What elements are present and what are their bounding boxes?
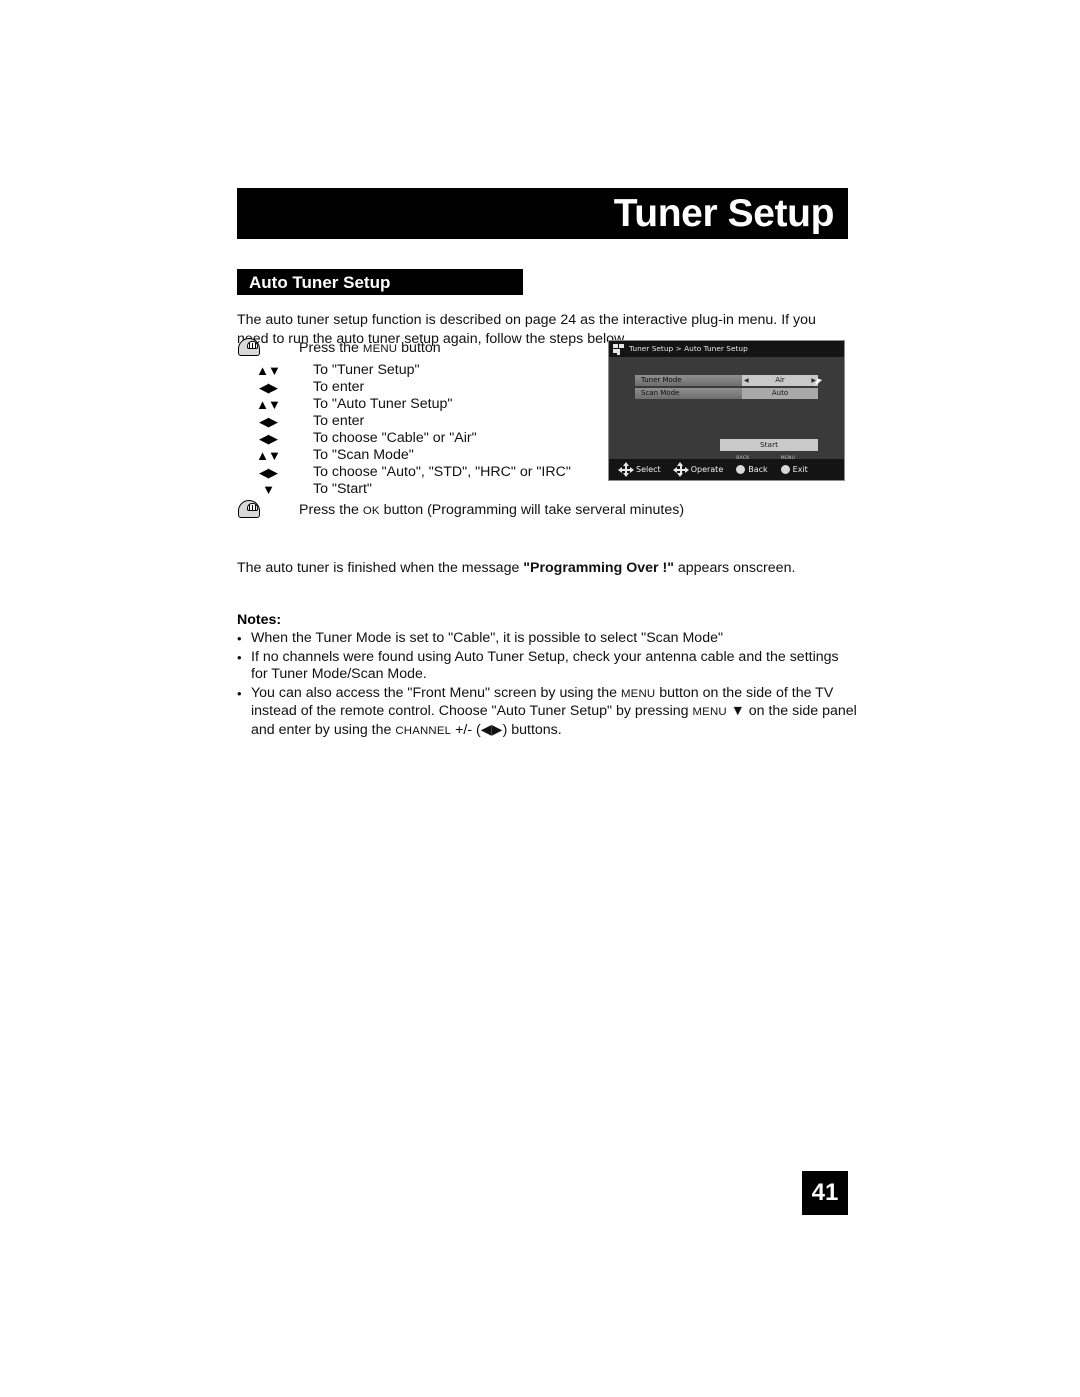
page-number-badge: 41 xyxy=(802,1171,848,1215)
step-label: To choose "Auto", "STD", "HRC" or "IRC" xyxy=(313,464,571,480)
tv-footer-label: Exit xyxy=(792,464,808,474)
round-button-icon xyxy=(780,465,790,474)
step-label: To "Start" xyxy=(313,481,372,497)
step-label: To "Scan Mode" xyxy=(313,447,414,463)
notes-title: Notes: xyxy=(237,612,282,628)
up-down-arrows-icon: ▲▼ xyxy=(256,448,281,463)
page-title: Tuner Setup xyxy=(613,192,835,235)
note-item: • When the Tuner Mode is set to "Cable", … xyxy=(237,630,857,648)
steps-list: Press the MENU button ▲▼ To "Tuner Setup" ◀… xyxy=(237,336,684,524)
section-header-bar: Auto Tuner Setup xyxy=(237,269,523,295)
step-row: Press the MENU button xyxy=(237,336,597,362)
step-label: To enter xyxy=(313,413,365,429)
page-title-banner: Tuner Setup xyxy=(237,188,848,239)
tv-menu-header: Tuner Setup > Auto Tuner Setup xyxy=(609,341,844,357)
up-down-arrows-icon: ▲▼ xyxy=(256,397,281,412)
monitor-icon xyxy=(613,343,625,355)
tv-row-scan-mode[interactable]: Scan Mode Auto xyxy=(635,388,818,399)
note-item: • If no channels were found using Auto Tu… xyxy=(237,649,857,684)
round-button-icon xyxy=(736,465,746,474)
dpad-vertical-icon xyxy=(672,462,689,477)
tv-value-text: Air xyxy=(775,376,785,384)
note-text: If no channels were found using Auto Tun… xyxy=(251,648,839,683)
step-row: ▲▼ To "Tuner Setup" xyxy=(237,362,597,379)
tv-footer-bar: Select Operate BACK Back MENU Exit xyxy=(609,456,844,480)
closing-pre: The auto tuner is finished when the mess… xyxy=(237,560,524,577)
menu-button-cap: MENU xyxy=(780,456,796,461)
bullet-icon: • xyxy=(237,649,242,665)
note-text: You can also access the "Front Menu" scr… xyxy=(251,684,857,738)
smallcaps-key: OK xyxy=(362,505,380,517)
notes-list: • When the Tuner Mode is set to "Cable", … xyxy=(237,630,857,742)
tv-footer-label: Select xyxy=(636,464,661,474)
closing-post: appears onscreen. xyxy=(673,560,796,577)
section-heading: Auto Tuner Setup xyxy=(249,272,391,292)
step-row: ▲▼ To "Auto Tuner Setup" xyxy=(237,396,597,413)
step-label: To "Tuner Setup" xyxy=(313,362,420,378)
note-item: • You can also access the "Front Menu" sc… xyxy=(237,685,857,741)
tv-footer-label: Operate xyxy=(690,464,724,474)
closing-paragraph: The auto tuner is finished when the mess… xyxy=(237,559,857,578)
back-button-cap: BACK xyxy=(736,456,750,461)
closing-bold: "Programming Over !" xyxy=(523,560,674,577)
smallcaps-key: MENU xyxy=(692,706,727,719)
tv-menu-body: Tuner Mode ◀ Air ▶ Scan Mode Auto Start xyxy=(609,357,844,459)
bullet-icon: • xyxy=(237,631,242,646)
tv-row-label: Scan Mode xyxy=(635,388,742,399)
step-row: ◀▶ To choose "Auto", "STD", "HRC" or "IRC… xyxy=(237,464,597,481)
tv-row-tuner-mode[interactable]: Tuner Mode ◀ Air ▶ xyxy=(635,375,818,386)
step-row: ◀▶ To enter xyxy=(237,413,597,430)
smallcaps-key: MENU xyxy=(620,687,656,700)
tv-row-label: Tuner Mode xyxy=(635,375,742,386)
mouse-pointer-icon xyxy=(814,378,823,388)
tv-footer-back: BACK Back xyxy=(736,456,768,474)
left-arrow-icon[interactable]: ◀ xyxy=(744,377,749,384)
tv-row-value[interactable]: Auto xyxy=(742,388,818,399)
down-arrow-icon: ▼ xyxy=(262,482,275,497)
note-text: When the Tuner Mode is set to "Cable", i… xyxy=(251,630,724,646)
left-right-arrows-icon: ◀▶ xyxy=(259,431,278,446)
step-label: To choose "Cable" or "Air" xyxy=(313,430,477,446)
tv-footer-label: Back xyxy=(748,464,768,474)
step-row: ▲▼ To "Scan Mode" xyxy=(237,447,597,464)
step-row: ▼ To "Start" xyxy=(237,481,597,498)
tv-footer-select: Select xyxy=(618,462,661,477)
tv-value-text: Auto xyxy=(771,389,789,397)
smallcaps-key: CHANNEL xyxy=(395,724,452,737)
step-label: Press the MENU button xyxy=(299,340,441,356)
smallcaps-key: MENU xyxy=(362,343,398,355)
tv-menu-screenshot: Tuner Setup > Auto Tuner Setup Tuner Mod… xyxy=(608,340,845,481)
left-right-arrows-icon: ◀▶ xyxy=(259,465,278,480)
bullet-icon: • xyxy=(237,685,242,701)
step-label: To "Auto Tuner Setup" xyxy=(313,396,453,412)
tv-row-value[interactable]: ◀ Air ▶ xyxy=(742,375,818,386)
step-row: Press the OK button (Programming will ta… xyxy=(237,498,684,524)
step-row: ◀▶ To enter xyxy=(237,379,597,396)
left-right-arrows-icon: ◀▶ xyxy=(259,380,278,395)
step-row: ◀▶ To choose "Cable" or "Air" xyxy=(237,430,597,447)
left-right-arrows-icon: ◀▶ xyxy=(259,414,278,429)
tv-start-button[interactable]: Start xyxy=(720,439,818,451)
tv-breadcrumb: Tuner Setup > Auto Tuner Setup xyxy=(629,344,748,354)
up-down-arrows-icon: ▲▼ xyxy=(256,363,281,378)
step-label: To enter xyxy=(313,379,365,395)
tv-footer-operate: Operate xyxy=(672,462,724,477)
dpad-icon xyxy=(618,462,634,477)
hand-press-icon xyxy=(237,336,299,358)
step-label: Press the OK button (Programming will ta… xyxy=(299,502,685,518)
tv-footer-exit: MENU Exit xyxy=(780,456,808,474)
hand-press-icon xyxy=(237,498,299,520)
